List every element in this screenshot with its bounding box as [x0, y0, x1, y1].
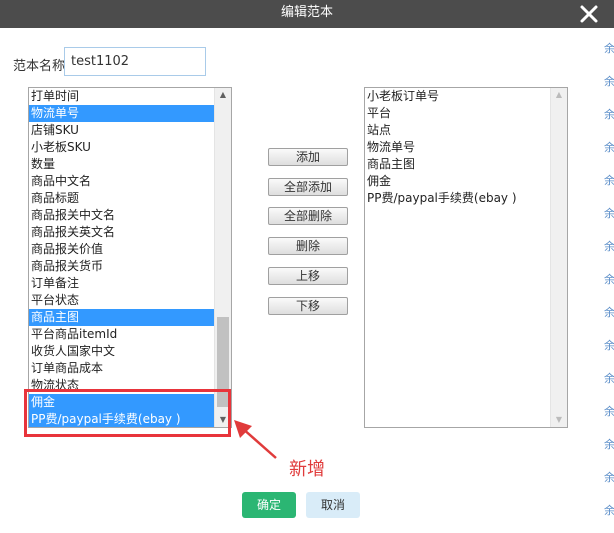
list-item[interactable]: 平台状态 [29, 292, 214, 309]
list-item[interactable]: 物流状态 [29, 377, 214, 394]
scroll-up-arrow-icon[interactable]: ▲ [215, 88, 231, 102]
background-edge-glyph: 余 [604, 174, 614, 187]
list-item[interactable]: 平台商品itemId [29, 326, 214, 343]
list-item[interactable]: 商品报关价值 [29, 241, 214, 258]
add-button[interactable]: 添加 [268, 148, 348, 166]
available-fields-scrollbar[interactable]: ▲ ▼ [214, 88, 231, 427]
list-item[interactable]: PP费/paypal手续费(ebay ) [365, 190, 550, 207]
list-item[interactable]: 商品标题 [29, 190, 214, 207]
available-fields-items: 打单时间 物流单号 店铺SKU 小老板SKU 数量 商品中文名 商品标题 商品报关中文名 商品报… [29, 88, 214, 427]
list-item[interactable]: 店铺SKU [29, 122, 214, 139]
annotation-label: 新增 [289, 459, 325, 480]
background-edge-glyph: 余 [604, 306, 614, 319]
scrollbar-thumb[interactable] [217, 317, 229, 407]
move-up-button[interactable]: 上移 [268, 267, 348, 285]
list-item[interactable]: 平台 [365, 105, 550, 122]
remove-button[interactable]: 删除 [268, 237, 348, 255]
list-item[interactable]: 物流单号 [365, 139, 550, 156]
background-edge-glyph: 余 [604, 141, 614, 154]
cancel-button[interactable]: 取消 [306, 492, 360, 518]
selected-fields-items: 小老板订单号 平台 站点 物流单号 商品主图 佣金 PP费/paypal手续费(ebay ) [365, 88, 550, 207]
list-item[interactable]: 商品报关货币 [29, 258, 214, 275]
list-item[interactable]: 小老板SKU [29, 139, 214, 156]
background-edge-glyph: 余 [604, 471, 614, 484]
list-item[interactable]: 商品中文名 [29, 173, 214, 190]
dialog-titlebar: 编辑范本 [0, 0, 614, 28]
background-edge-glyph: 余 [604, 273, 614, 286]
confirm-button[interactable]: 确定 [242, 492, 296, 518]
background-edge-glyph: 余 [604, 42, 614, 55]
background-edge-glyph: 余 [604, 504, 614, 517]
selected-fields-list[interactable]: 小老板订单号 平台 站点 物流单号 商品主图 佣金 PP费/paypal手续费(ebay )… [364, 87, 568, 428]
scroll-up-arrow-icon[interactable]: ▲ [551, 88, 567, 102]
list-item[interactable]: 佣金 [365, 173, 550, 190]
list-item[interactable]: 打单时间 [29, 88, 214, 105]
annotation-arrow-icon [234, 420, 277, 459]
scroll-down-arrow-icon[interactable]: ▼ [215, 413, 231, 427]
background-edge-glyph: 余 [604, 207, 614, 220]
list-item[interactable]: 物流单号 [29, 105, 214, 122]
list-item[interactable]: 订单备注 [29, 275, 214, 292]
template-name-label: 范本名称 [13, 59, 66, 74]
background-edge-glyph: 余 [604, 75, 614, 88]
list-item[interactable]: 收货人国家中文 [29, 343, 214, 360]
background-edge-glyph: 余 [604, 438, 614, 451]
move-down-button[interactable]: 下移 [268, 297, 348, 315]
background-edge-glyph: 余 [604, 339, 614, 352]
list-item[interactable]: 商品报关英文名 [29, 224, 214, 241]
list-item[interactable]: 商品主图 [365, 156, 550, 173]
selected-fields-scrollbar[interactable]: ▲ ▼ [550, 88, 567, 427]
background-edge-glyph: 余 [604, 372, 614, 385]
template-name-input[interactable] [64, 47, 206, 76]
add-all-button[interactable]: 全部添加 [268, 178, 348, 196]
available-fields-list[interactable]: 打单时间 物流单号 店铺SKU 小老板SKU 数量 商品中文名 商品标题 商品报关中文名 商品报… [28, 87, 232, 428]
list-item[interactable]: 数量 [29, 156, 214, 173]
dialog-title: 编辑范本 [280, 5, 333, 20]
list-item[interactable]: 商品报关中文名 [29, 207, 214, 224]
background-edge-glyph: 余 [604, 108, 614, 121]
background-edge-glyph: 余 [604, 405, 614, 418]
background-page-edge: 余余余余余余余余余余余余余余余 [603, 28, 614, 533]
list-item[interactable]: 小老板订单号 [365, 88, 550, 105]
list-item[interactable]: 订单商品成本 [29, 360, 214, 377]
list-item[interactable]: 商品主图 [29, 309, 214, 326]
list-item[interactable]: 站点 [365, 122, 550, 139]
scroll-down-arrow-icon[interactable]: ▼ [551, 413, 567, 427]
close-icon[interactable] [578, 3, 600, 25]
remove-all-button[interactable]: 全部删除 [268, 207, 348, 225]
list-item[interactable]: 佣金 [29, 394, 214, 411]
list-item[interactable]: PP费/paypal手续费(ebay ) [29, 411, 214, 427]
background-edge-glyph: 余 [604, 240, 614, 253]
